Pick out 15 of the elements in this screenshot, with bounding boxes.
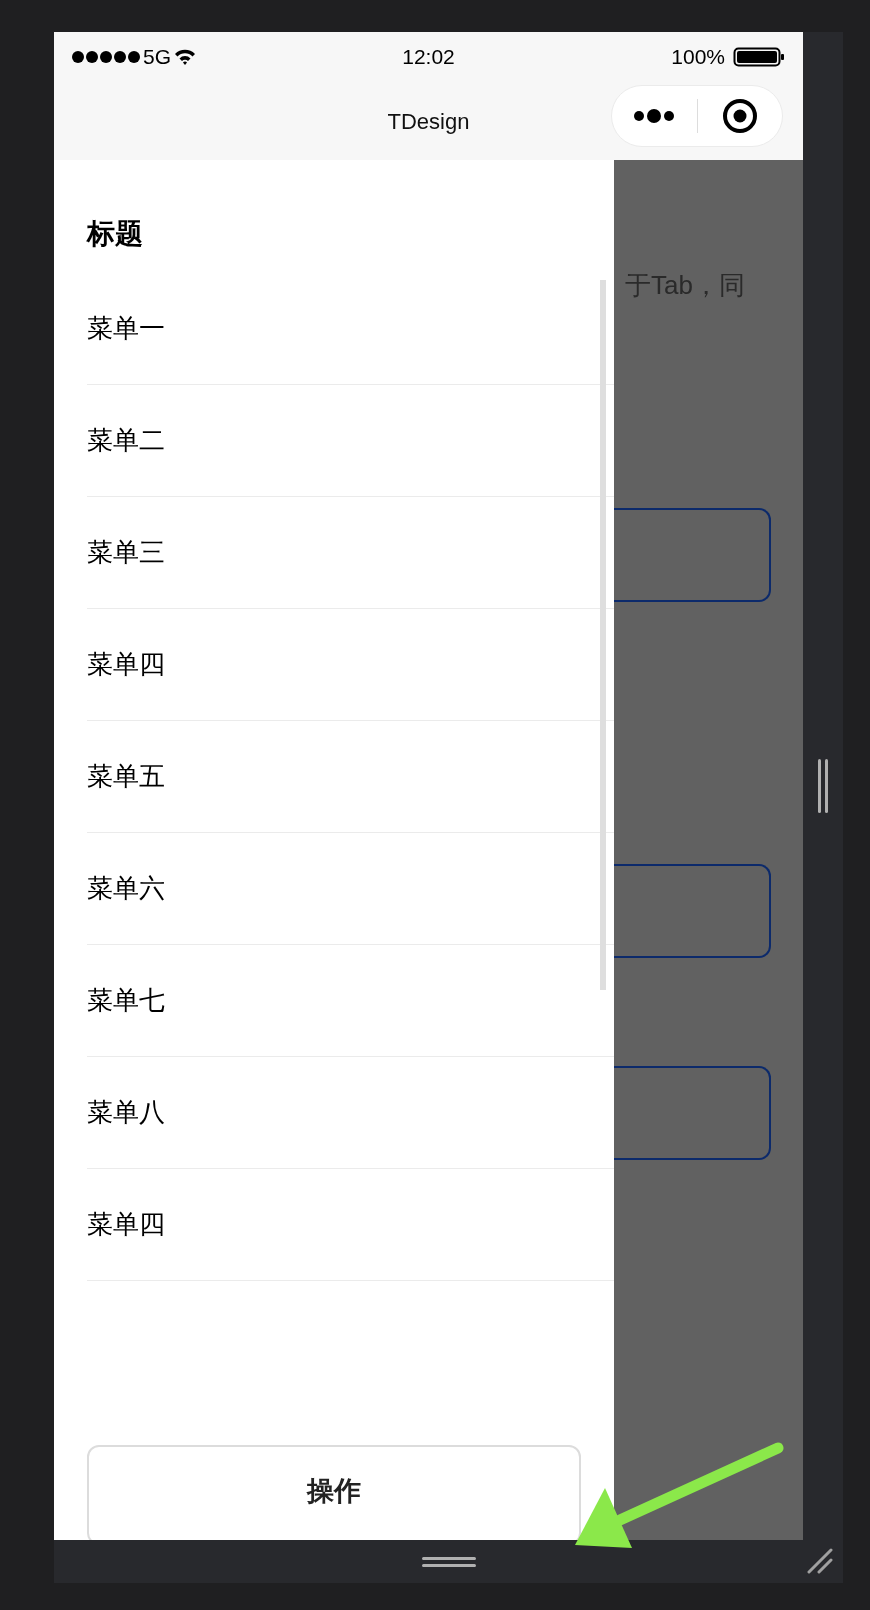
battery-icon	[733, 47, 785, 67]
drawer-title: 标题	[85, 217, 144, 251]
action-button[interactable]: 操作	[87, 1445, 581, 1540]
signal-icon	[72, 50, 140, 64]
target-icon	[721, 98, 758, 134]
network-label: 5G	[143, 44, 171, 71]
nav-title: TDesign	[387, 107, 470, 136]
drag-handle-icon[interactable]	[817, 759, 829, 813]
wifi-icon	[174, 48, 196, 66]
drag-handle-icon[interactable]	[421, 1555, 476, 1568]
clock-time: 12:02	[402, 44, 455, 71]
more-icon	[633, 108, 676, 124]
battery-percent: 100%	[671, 44, 725, 71]
scrollbar[interactable]	[600, 280, 606, 990]
resize-grip-icon[interactable]	[807, 1548, 833, 1574]
